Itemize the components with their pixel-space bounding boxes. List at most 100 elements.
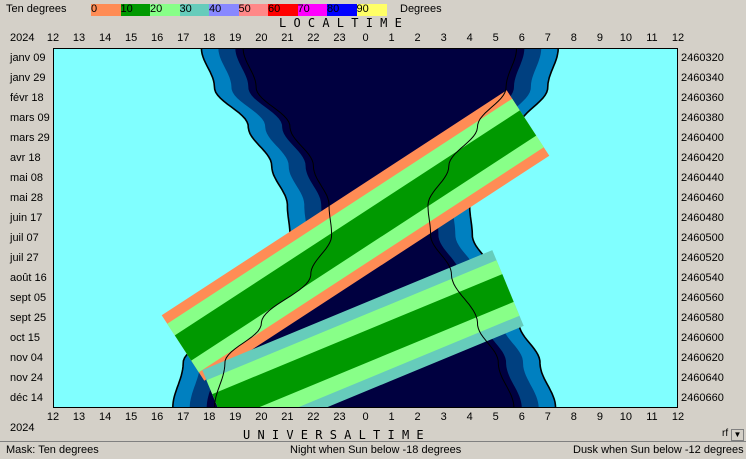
status-dusk: Dusk when Sun below -12 degrees (573, 444, 744, 456)
rf-label: rf (722, 428, 729, 439)
date-label: janv 09 (10, 52, 46, 64)
hour-tick-label: 13 (72, 411, 86, 423)
hour-tick-label: 12 (46, 32, 60, 44)
hour-tick-label: 16 (151, 32, 164, 44)
julian-day-label: 2460340 (681, 72, 724, 84)
hour-tick-label: 22 (307, 411, 320, 423)
hour-tick-label: 6 (518, 32, 525, 44)
date-label: nov 04 (10, 352, 44, 364)
hour-tick-label: 0 (362, 32, 369, 44)
date-label: mars 29 (10, 132, 50, 144)
julian-day-label: 2460620 (681, 352, 724, 364)
hour-tick-label: 4 (466, 32, 473, 44)
legend-value: 20 (150, 3, 163, 15)
date-label: mars 09 (10, 112, 50, 124)
hour-tick-label: 5 (492, 411, 499, 423)
date-label: oct 15 (10, 332, 40, 344)
hour-tick-label: 19 (229, 32, 242, 44)
date-label: nov 24 (10, 372, 44, 384)
hour-tick-label: 15 (125, 32, 138, 44)
date-label: juil 27 (10, 252, 39, 264)
legend-value: 50 (238, 3, 251, 15)
year-top: 2024 (10, 32, 35, 44)
julian-day-label: 2460320 (681, 52, 724, 64)
night-chart-plot (53, 48, 678, 408)
hour-tick-label: 17 (177, 32, 190, 44)
hour-tick-label: 23 (333, 32, 346, 44)
hour-tick-label: 15 (125, 411, 138, 423)
bottom-axis-title: U N I V E R S A L T I M E (243, 428, 424, 442)
date-label: juil 07 (10, 232, 39, 244)
legend-value: 80 (327, 3, 340, 15)
date-label: avr 18 (10, 152, 41, 164)
julian-day-label: 2460360 (681, 92, 724, 104)
hour-tick-label: 4 (466, 411, 473, 423)
hour-tick-label: 20 (255, 32, 268, 44)
julian-day-label: 2460580 (681, 312, 724, 324)
hour-tick-label: 20 (255, 411, 268, 423)
julian-day-label: 2460640 (681, 372, 724, 384)
hour-tick-label: 23 (333, 411, 346, 423)
hour-tick-label: 21 (281, 32, 294, 44)
hour-tick-label: 2 (414, 32, 421, 44)
hour-tick-label: 14 (98, 411, 112, 423)
hour-tick-label: 11 (646, 32, 658, 44)
legend-title: Ten degrees (6, 3, 67, 15)
hour-tick-label: 22 (307, 32, 320, 44)
julian-day-label: 2460560 (681, 292, 724, 304)
down-arrow-icon: ▼ (733, 430, 742, 439)
year-bottom: 2024 (10, 422, 35, 434)
date-label: août 16 (10, 272, 47, 284)
date-label: janv 29 (10, 72, 46, 84)
legend-value: 60 (268, 3, 281, 15)
legend-unit: Degrees (400, 3, 442, 15)
hour-tick-label: 1 (388, 32, 395, 44)
hour-tick-label: 8 (570, 411, 577, 423)
scroll-down-button[interactable]: ▼ (731, 429, 744, 441)
julian-day-label: 2460460 (681, 192, 724, 204)
hour-tick-label: 10 (619, 32, 633, 44)
hour-tick-label: 18 (203, 32, 216, 44)
hour-tick-label: 3 (440, 411, 447, 423)
date-label: févr 18 (10, 92, 44, 104)
hour-tick-label: 14 (98, 32, 112, 44)
date-label: juin 17 (10, 212, 43, 224)
status-bar: Mask: Ten degrees Night when Sun below -… (0, 441, 746, 459)
legend-value: 10 (120, 3, 133, 15)
date-label: sept 05 (10, 292, 47, 304)
julian-day-label: 2460480 (681, 212, 724, 224)
hour-tick-label: 1 (388, 411, 395, 423)
julian-day-label: 2460660 (681, 392, 724, 404)
hour-tick-label: 8 (570, 32, 577, 44)
legend-value: 40 (209, 3, 222, 15)
hour-tick-label: 10 (619, 411, 633, 423)
date-label: mai 08 (10, 172, 44, 184)
julian-day-label: 2460440 (681, 172, 724, 184)
hour-tick-label: 9 (596, 32, 603, 44)
hour-tick-label: 12 (671, 32, 685, 44)
hour-tick-label: 21 (281, 411, 294, 423)
hour-tick-label: 7 (544, 411, 551, 423)
hour-tick-label: 18 (203, 411, 216, 423)
julian-day-label: 2460420 (681, 152, 724, 164)
hour-tick-label: 6 (518, 411, 525, 423)
hour-tick-label: 12 (671, 411, 685, 423)
legend-value: 90 (356, 3, 369, 15)
date-label: sept 25 (10, 312, 47, 324)
hour-tick-label: 17 (177, 411, 190, 423)
julian-day-label: 2460500 (681, 232, 724, 244)
hour-tick-label: 13 (72, 32, 86, 44)
legend-value: 30 (179, 3, 192, 15)
date-label: mai 28 (10, 192, 44, 204)
hour-tick-label: 11 (646, 411, 658, 423)
julian-day-label: 2460520 (681, 252, 724, 264)
hour-tick-label: 0 (362, 411, 369, 423)
hour-tick-label: 2 (414, 411, 421, 423)
top-axis-title: L O C A L T I M E (279, 16, 402, 30)
hour-tick-label: 12 (46, 411, 60, 423)
hour-tick-label: 7 (544, 32, 551, 44)
hour-tick-label: 5 (492, 32, 499, 44)
legend-value: 70 (297, 3, 310, 15)
hour-tick-label: 19 (229, 411, 242, 423)
julian-day-label: 2460400 (681, 132, 724, 144)
